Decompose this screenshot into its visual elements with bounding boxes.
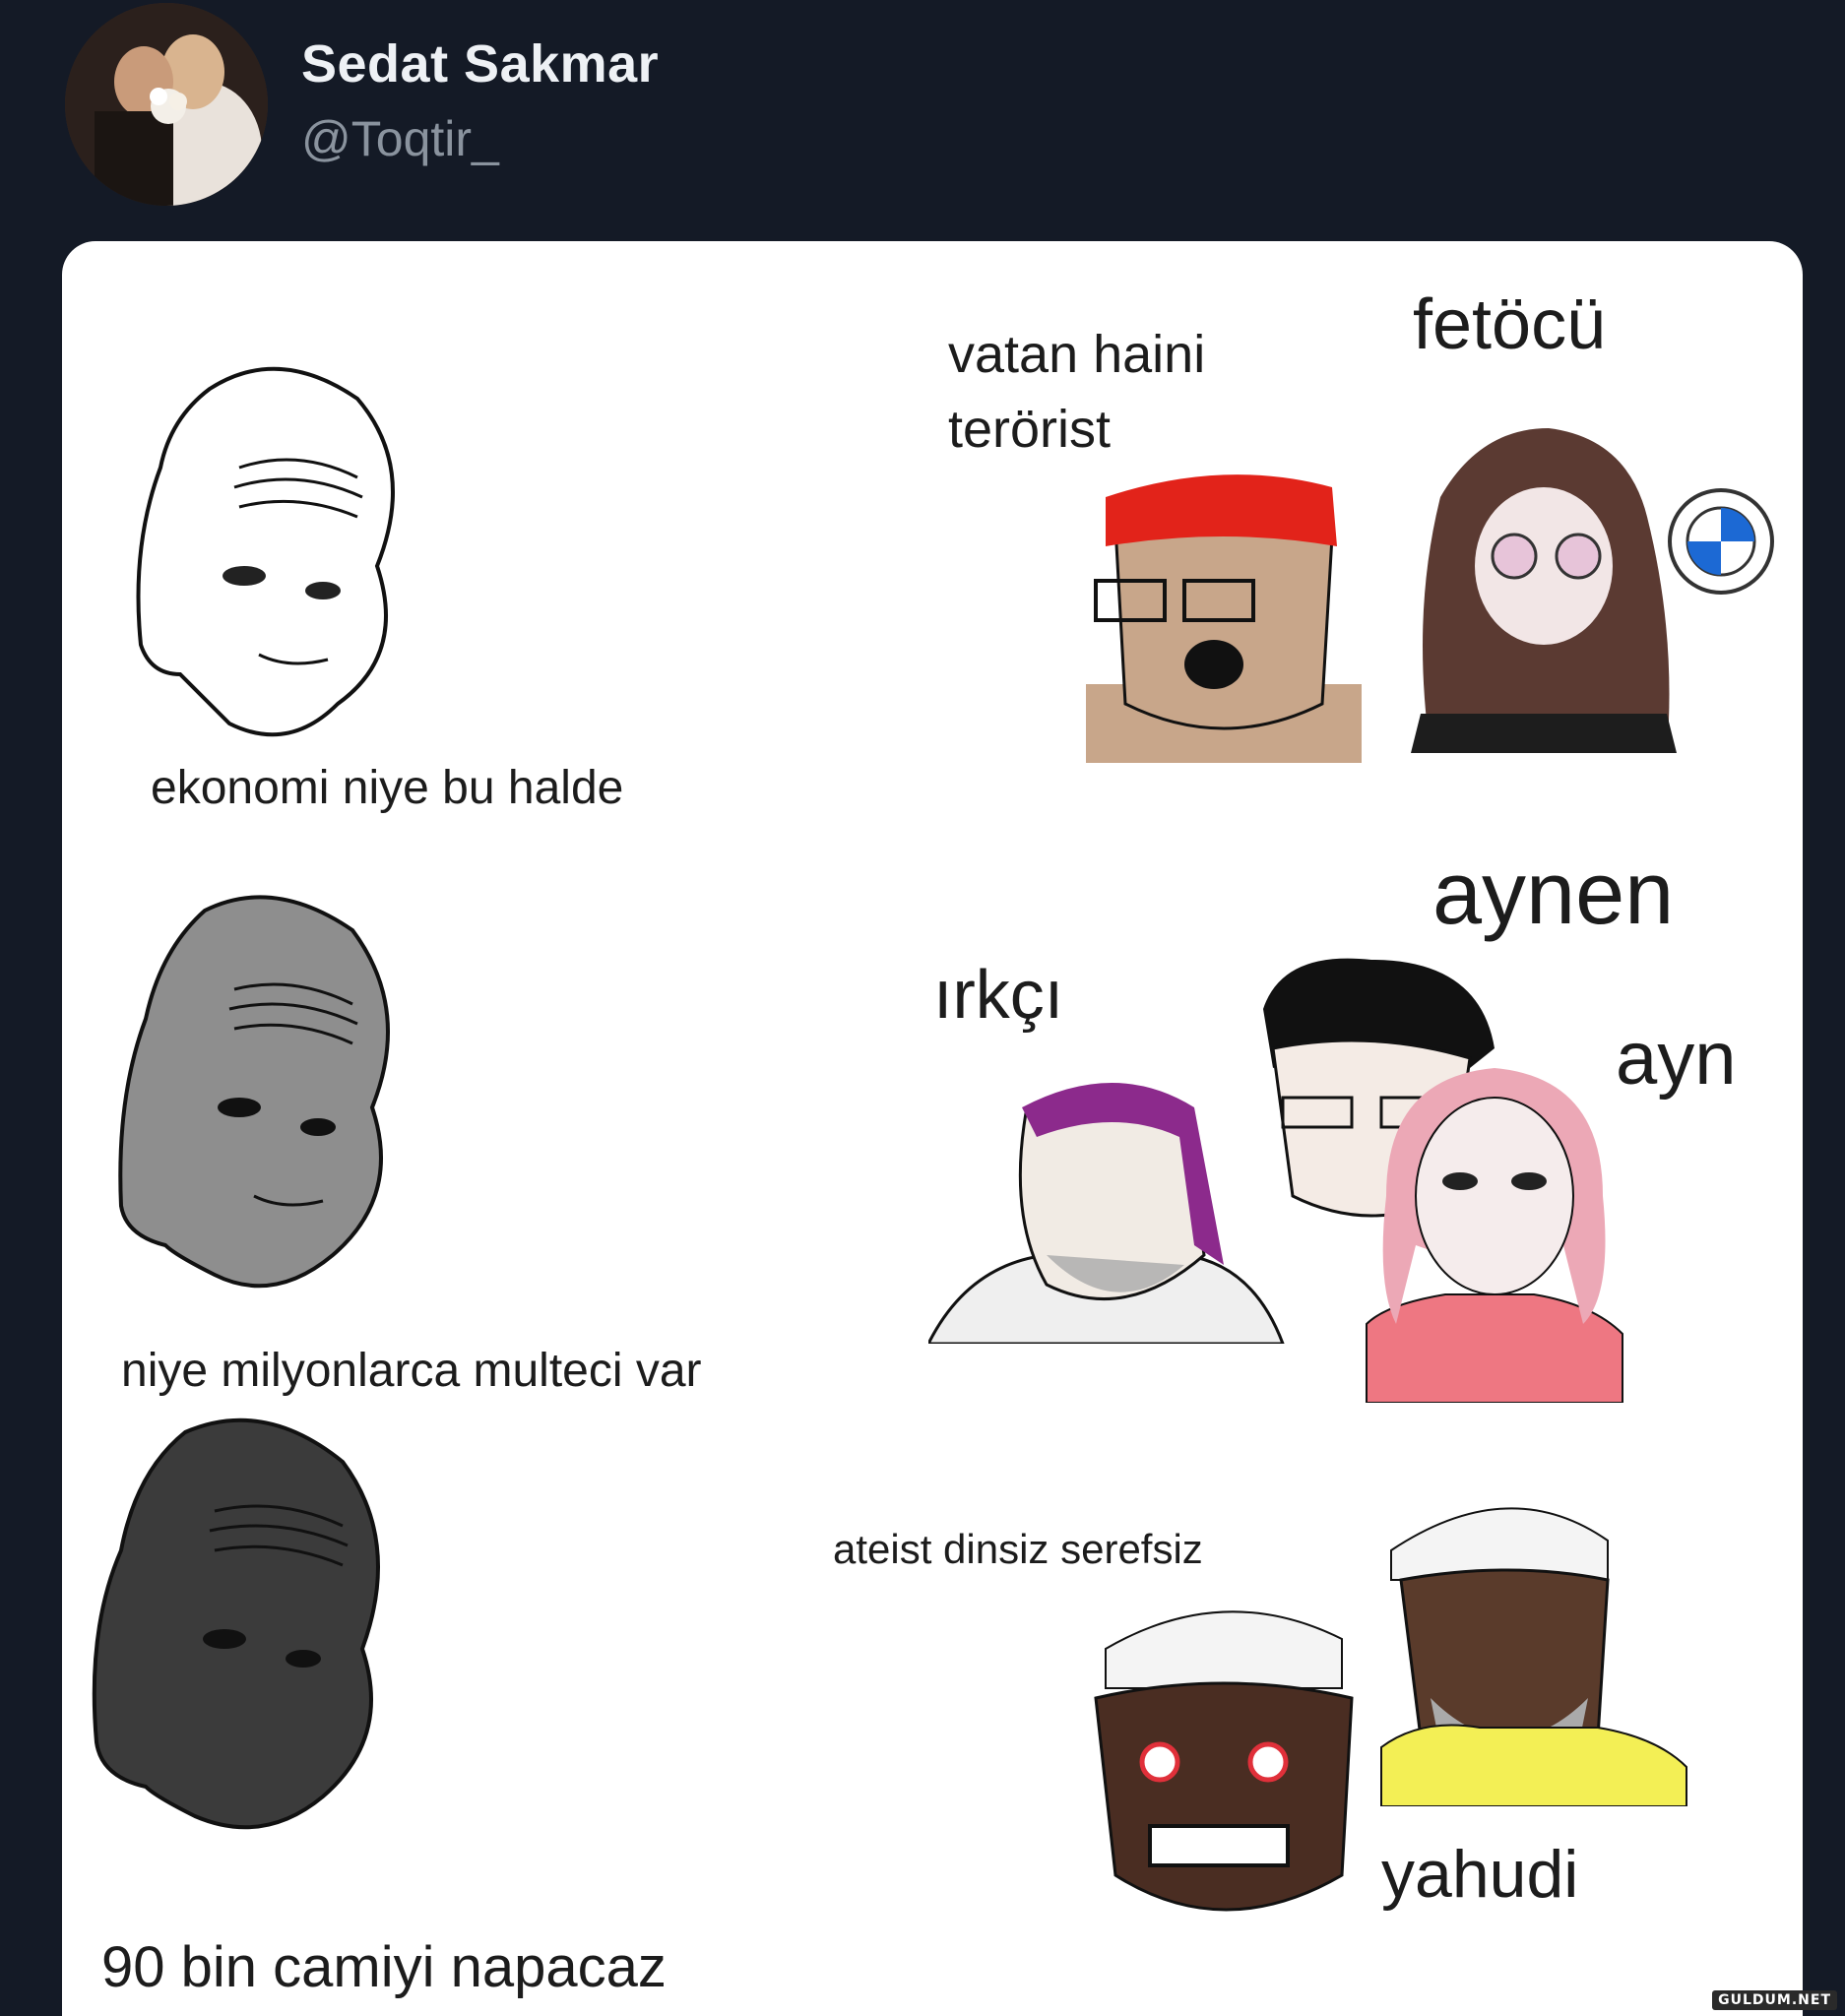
wojak-face-gray — [118, 895, 390, 1289]
wojak-face-dark — [92, 1418, 380, 1830]
label-vatan-haini: vatan haini — [948, 325, 1206, 384]
crying-man-with-cap — [1380, 1507, 1687, 1806]
soyjak-purple-bandana — [928, 1083, 1285, 1344]
caption-mosques: 90 bin camiyi napacaz — [101, 1935, 667, 1999]
angry-man-with-cap — [1094, 1610, 1354, 1912]
avatar[interactable] — [65, 3, 268, 206]
author-handle[interactable]: @Toqtir_ — [301, 110, 499, 167]
author-name[interactable]: Sedat Sakmar — [301, 33, 659, 94]
label-ateist: ateist dinsiz serefsiz — [833, 1526, 1203, 1572]
bmw-logo — [1668, 488, 1774, 595]
label-aynen: aynen — [1432, 845, 1675, 943]
wojak-face-white — [136, 366, 395, 737]
label-terorist: terörist — [948, 400, 1112, 459]
caption-refugees: niye milyonlarca multeci var — [121, 1345, 702, 1397]
label-fetocu: fetöcü — [1413, 285, 1607, 364]
pink-hair-girl — [1366, 1068, 1623, 1403]
label-yahudi: yahudi — [1381, 1837, 1579, 1912]
hijab-girl — [1411, 428, 1677, 753]
label-irkci: ırkçı — [933, 956, 1064, 1033]
label-ayn: ayn — [1616, 1017, 1737, 1101]
soyjak-red-bandana — [1086, 474, 1362, 763]
caption-economy: ekonomi niye bu halde — [151, 762, 624, 814]
meme-image[interactable]: ekonomi niye bu halde vatan haini teröri… — [62, 241, 1803, 2016]
watermark: GULDUM.NET — [1712, 1990, 1837, 2010]
tweet-header: Sedat Sakmar @Toqtir_ — [0, 0, 1845, 241]
